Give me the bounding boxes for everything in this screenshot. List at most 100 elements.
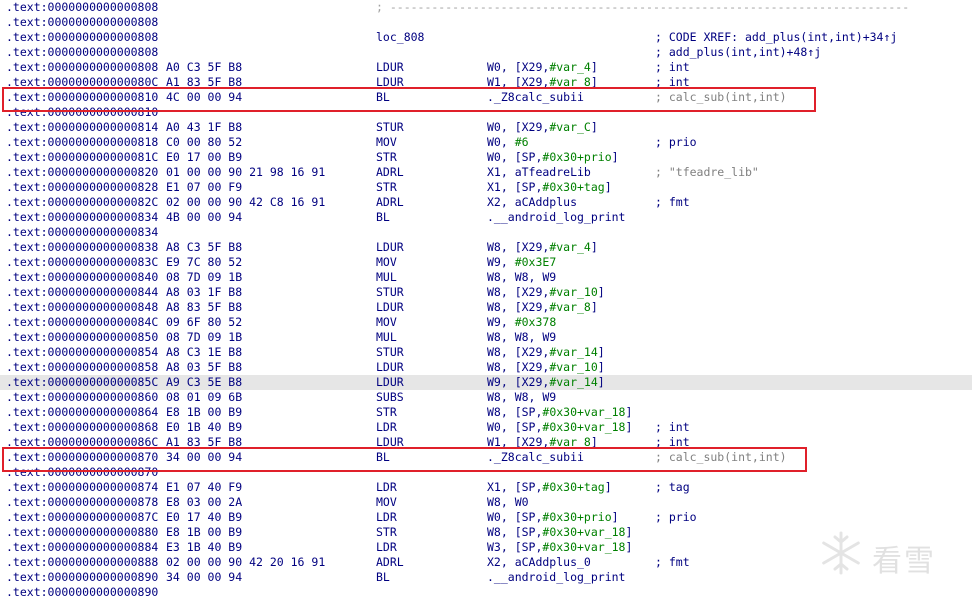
opcode-bytes: A8 03 1F B8	[166, 285, 243, 299]
listing-row[interactable]: .text:0000000000000808 ; add_plus(int,int…	[0, 45, 972, 60]
highlighted-instruction-row[interactable]: .text:0000000000000870 34 00 00 94 BL ._Z8c…	[0, 447, 972, 472]
address: .text:0000000000000808	[6, 60, 159, 74]
operands: W1, [X29,#var_8]	[487, 75, 598, 89]
listing-row[interactable]: .text:0000000000000840 08 7D 09 1B MUL W8, …	[0, 270, 972, 285]
listing-row[interactable]: .text:0000000000000854 A8 C3 1E B8 STUR W8,…	[0, 345, 972, 360]
listing-row[interactable]: .text:000000000000087C E0 17 40 B9 LDR W0, …	[0, 510, 972, 525]
opcode-bytes: 34 00 00 94	[166, 450, 243, 464]
listing-row[interactable]: .text:0000000000000818 C0 00 80 52 MOV W0, …	[0, 135, 972, 150]
operands: W9, #0x378	[487, 315, 557, 329]
opcode-bytes: E0 17 00 B9	[166, 150, 243, 164]
listing-row[interactable]: .text:0000000000000868 E0 1B 40 B9 LDR W0, …	[0, 420, 972, 435]
listing-row[interactable]: .text:000000000000086C A1 83 5F B8 LDUR W1,…	[0, 435, 972, 450]
listing-row[interactable]: .text:000000000000080C A1 83 5F B8 LDUR W1,…	[0, 75, 972, 90]
address: .text:0000000000000854	[6, 345, 159, 359]
opcode-bytes: E0 17 40 B9	[166, 510, 243, 524]
listing-row[interactable]: .text:0000000000000834 4B 00 00 94 BL .__an…	[0, 210, 972, 225]
listing-row[interactable]: .text:0000000000000870	[0, 465, 972, 480]
opcode-bytes: 4B 00 00 94	[166, 210, 243, 224]
listing-row[interactable]: .text:000000000000085C A9 C3 5E B8 LDUR W9,…	[0, 375, 972, 390]
comment: ; prio	[655, 135, 697, 149]
listing-row[interactable]: .text:0000000000000874 E1 07 40 F9 LDR X1, …	[0, 480, 972, 495]
operands: W8, [X29,#var_4]	[487, 240, 598, 254]
listing-row[interactable]: .text:0000000000000890	[0, 585, 972, 600]
address: .text:0000000000000858	[6, 360, 159, 374]
mnemonic: STUR	[376, 345, 404, 359]
address: .text:000000000000087C	[6, 510, 159, 524]
mnemonic: STR	[376, 525, 397, 539]
listing-row[interactable]: .text:0000000000000808 ; ----------------…	[0, 0, 972, 15]
mnemonic: LDR	[376, 480, 397, 494]
address: .text:0000000000000860	[6, 390, 159, 404]
mnemonic: BL	[376, 570, 390, 584]
mnemonic: LDUR	[376, 240, 404, 254]
listing-row[interactable]: .text:0000000000000810	[0, 105, 972, 120]
listing-row[interactable]: .text:0000000000000858 A8 03 5F B8 LDUR W8,…	[0, 360, 972, 375]
address: .text:0000000000000888	[6, 555, 159, 569]
operands: W8, [SP,#0x30+var_18]	[487, 525, 633, 539]
opcode-bytes: E3 1B 40 B9	[166, 540, 243, 554]
address: .text:000000000000081C	[6, 150, 159, 164]
operands: X1, [SP,#0x30+tag]	[487, 180, 612, 194]
comment: ; calc_sub(int,int)	[655, 90, 787, 104]
listing-row[interactable]: .text:0000000000000864 E8 1B 00 B9 STR W8, …	[0, 405, 972, 420]
operands: ._Z8calc_subii	[487, 450, 584, 464]
address: .text:0000000000000870	[6, 450, 159, 464]
opcode-bytes: 02 00 00 90 42 C8 16 91	[166, 195, 326, 209]
listing-row[interactable]: .text:000000000000083C E9 7C 80 52 MOV W9, …	[0, 255, 972, 270]
listing-row[interactable]: .text:0000000000000844 A8 03 1F B8 STUR W8,…	[0, 285, 972, 300]
listing-row[interactable]: .text:000000000000082C 02 00 00 90 42 C8 …	[0, 195, 972, 210]
opcode-bytes: 08 7D 09 1B	[166, 270, 243, 284]
listing-row[interactable]: .text:000000000000084C 09 6F 80 52 MOV W9, …	[0, 315, 972, 330]
operands: W0, [SP,#0x30+var_18]	[487, 420, 633, 434]
mnemonic: ADRL	[376, 195, 404, 209]
listing-row[interactable]: .text:0000000000000838 A8 C3 5F B8 LDUR W8,…	[0, 240, 972, 255]
disassembly-listing[interactable]: .text:0000000000000808 ; ----------------…	[0, 0, 972, 600]
mnemonic: LDR	[376, 510, 397, 524]
opcode-bytes: 4C 00 00 94	[166, 90, 243, 104]
watermark-text: 看雪	[872, 544, 936, 579]
listing-row[interactable]: .text:0000000000000848 A8 83 5F B8 LDUR W8,…	[0, 300, 972, 315]
address: .text:000000000000080C	[6, 75, 159, 89]
operands: W8, [X29,#var_8]	[487, 300, 598, 314]
opcode-bytes: 08 7D 09 1B	[166, 330, 243, 344]
opcode-bytes: 08 01 09 6B	[166, 390, 243, 404]
address: .text:0000000000000828	[6, 180, 159, 194]
listing-row[interactable]: .text:0000000000000820 01 00 00 90 21 98 …	[0, 165, 972, 180]
address: .text:0000000000000820	[6, 165, 159, 179]
address: .text:0000000000000808	[6, 15, 159, 29]
address: .text:0000000000000810	[6, 105, 159, 119]
opcode-bytes: E0 1B 40 B9	[166, 420, 243, 434]
operands: W3, [SP,#0x30+var_18]	[487, 540, 633, 554]
operands: W0, [X29,#var_C]	[487, 120, 598, 134]
listing-row[interactable]: .text:0000000000000878 E8 03 00 2A MOV W8, …	[0, 495, 972, 510]
comment: ; int	[655, 60, 690, 74]
listing-row[interactable]: .text:0000000000000860 08 01 09 6B SUBS W8,…	[0, 390, 972, 405]
address: .text:0000000000000868	[6, 420, 159, 434]
mnemonic: BL	[376, 90, 390, 104]
listing-row[interactable]: .text:000000000000081C E0 17 00 B9 STR W0, …	[0, 150, 972, 165]
listing-row[interactable]: .text:0000000000000808 loc_808 ; CODE XREF…	[0, 30, 972, 45]
mnemonic: MOV	[376, 315, 397, 329]
address: .text:0000000000000808	[6, 45, 159, 59]
comment: ; calc_sub(int,int)	[655, 450, 787, 464]
opcode-bytes: E9 7C 80 52	[166, 255, 243, 269]
listing-row[interactable]: .text:0000000000000834	[0, 225, 972, 240]
address: .text:0000000000000810	[6, 90, 159, 104]
mnemonic: MOV	[376, 135, 397, 149]
listing-row[interactable]: .text:0000000000000808	[0, 15, 972, 30]
listing-row[interactable]: .text:0000000000000850 08 7D 09 1B MUL W8, …	[0, 330, 972, 345]
operands: W8, [X29,#var_10]	[487, 285, 605, 299]
listing-row[interactable]: .text:0000000000000814 A0 43 1F B8 STUR W0,…	[0, 120, 972, 135]
operands: W0, [X29,#var_4]	[487, 60, 598, 74]
comment: ; int	[655, 420, 690, 434]
address: .text:0000000000000884	[6, 540, 159, 554]
operands: .__android_log_print	[487, 570, 626, 584]
address: .text:0000000000000808	[6, 30, 159, 44]
highlighted-instruction-row[interactable]: .text:0000000000000810 4C 00 00 94 BL ._Z8c…	[0, 87, 972, 112]
address: .text:0000000000000870	[6, 465, 159, 479]
listing-row[interactable]: .text:0000000000000828 E1 07 00 F9 STR X1, …	[0, 180, 972, 195]
operands: W8, [SP,#0x30+var_18]	[487, 405, 633, 419]
comment: ; int	[655, 75, 690, 89]
listing-row[interactable]: .text:0000000000000808 A0 C3 5F B8 LDUR W0,…	[0, 60, 972, 75]
